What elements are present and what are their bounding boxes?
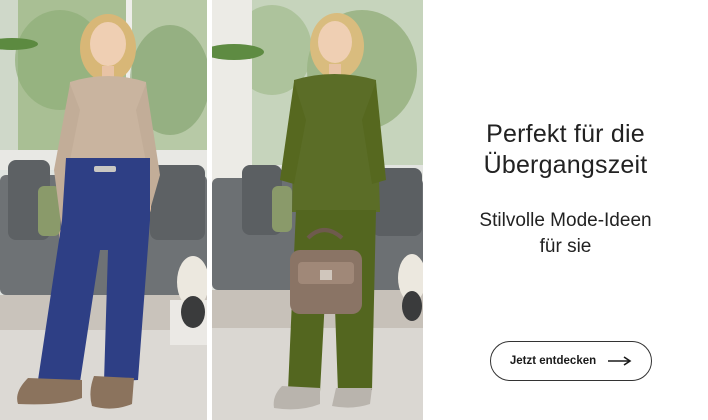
model-photo-blue-trousers[interactable] — [0, 0, 207, 420]
discover-now-label: Jetzt entdecken — [509, 355, 597, 367]
promo-banner[interactable]: Perfekt für die Übergangszeit Stilvolle … — [0, 0, 708, 420]
headline-line-2: Übergangszeit — [483, 151, 648, 179]
promo-text-panel: Perfekt für die Übergangszeit Stilvolle … — [423, 0, 708, 420]
subline-line-1: Stilvolle Mode-Ideen — [479, 210, 652, 231]
subline: Stilvolle Mode-Ideen für sie — [479, 208, 651, 260]
model-photo-green-outfit[interactable] — [212, 0, 423, 420]
subline-line-2: für sie — [539, 236, 592, 257]
headline: Perfekt für die Übergangszeit — [484, 119, 648, 181]
arrow-right-icon — [608, 356, 632, 366]
headline-line-1: Perfekt für die — [486, 120, 645, 148]
discover-now-button[interactable]: Jetzt entdecken — [490, 341, 652, 381]
